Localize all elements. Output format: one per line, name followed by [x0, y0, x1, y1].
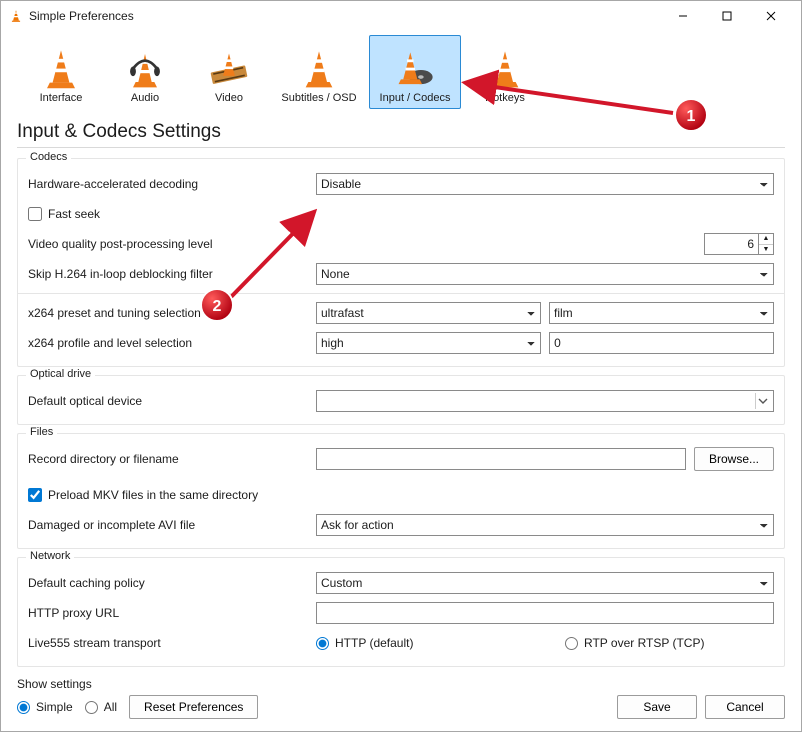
tab-label: Audio — [131, 92, 159, 104]
cancel-button[interactable]: Cancel — [705, 695, 785, 719]
live555-http-radio[interactable] — [316, 637, 329, 650]
tab-label: Hotkeys — [485, 92, 525, 104]
avi-label: Damaged or incomplete AVI file — [28, 518, 308, 532]
cone-icon — [299, 48, 339, 92]
default-optical-label: Default optical device — [28, 394, 308, 408]
pp-level-input[interactable] — [704, 233, 758, 255]
pp-level-stepper[interactable]: ▲▼ — [758, 233, 774, 255]
tab-subtitles[interactable]: Subtitles / OSD — [273, 35, 365, 109]
category-tabs: Interface Audio Video Subtitles / OSD In… — [1, 31, 801, 109]
hw-decode-select[interactable]: Disable — [316, 173, 774, 195]
record-dir-label: Record directory or filename — [28, 452, 308, 466]
step-up-icon[interactable]: ▲ — [759, 234, 773, 245]
mode-all-text: All — [104, 700, 117, 714]
vlc-cone-icon — [9, 9, 23, 23]
x264-preset-select[interactable]: ultrafast — [316, 302, 541, 324]
mode-simple-text: Simple — [36, 700, 73, 714]
title-separator — [17, 147, 785, 148]
minimize-button[interactable] — [661, 1, 705, 31]
tab-label: Video — [215, 92, 243, 104]
live555-http-radio-label[interactable]: HTTP (default) — [316, 636, 525, 650]
cone-icon — [41, 48, 81, 92]
tab-video[interactable]: Video — [189, 35, 269, 109]
default-optical-select[interactable] — [316, 390, 774, 412]
cone-headphones-icon — [125, 48, 165, 92]
mode-all-radio-label[interactable]: All — [85, 700, 117, 714]
mode-simple-radio-label[interactable]: Simple — [17, 700, 73, 714]
live555-rtsp-radio[interactable] — [565, 637, 578, 650]
x264-profile-select[interactable]: high — [316, 332, 541, 354]
caching-select[interactable]: Custom — [316, 572, 774, 594]
group-title: Codecs — [26, 151, 71, 163]
live555-rtsp-radio-label[interactable]: RTP over RTSP (TCP) — [565, 636, 774, 650]
mode-simple-radio[interactable] — [17, 701, 30, 714]
group-codecs: Codecs Hardware-accelerated decoding Dis… — [17, 158, 785, 367]
preload-mkv-checkbox[interactable] — [28, 488, 42, 502]
browse-button[interactable]: Browse... — [694, 447, 774, 471]
tab-interface[interactable]: Interface — [21, 35, 101, 109]
group-title: Files — [26, 426, 57, 438]
record-dir-input[interactable] — [316, 448, 686, 470]
group-network: Network Default caching policy Custom HT… — [17, 557, 785, 667]
tab-input-codecs[interactable]: Input / Codecs — [369, 35, 461, 109]
titlebar: Simple Preferences — [1, 1, 801, 31]
x264-level-input[interactable] — [549, 332, 774, 354]
live555-http-text: HTTP (default) — [335, 636, 413, 650]
live555-rtsp-text: RTP over RTSP (TCP) — [584, 636, 704, 650]
maximize-button[interactable] — [705, 1, 749, 31]
avi-select[interactable]: Ask for action — [316, 514, 774, 536]
page-title: Input & Codecs Settings — [17, 121, 785, 143]
reset-preferences-button[interactable]: Reset Preferences — [129, 695, 258, 719]
group-optical: Optical drive Default optical device — [17, 375, 785, 425]
fast-seek-checkbox-label[interactable]: Fast seek — [28, 207, 100, 221]
x264-preset-label: x264 preset and tuning selection — [28, 306, 308, 320]
fast-seek-checkbox[interactable] — [28, 207, 42, 221]
fast-seek-text: Fast seek — [48, 207, 100, 221]
show-settings-label: Show settings — [17, 677, 258, 691]
proxy-input[interactable] — [316, 602, 774, 624]
cone-disc-icon — [395, 48, 435, 92]
preload-mkv-text: Preload MKV files in the same directory — [48, 488, 258, 502]
tab-label: Input / Codecs — [380, 92, 451, 104]
chevron-down-icon — [758, 396, 768, 406]
tab-hotkeys[interactable]: Hotkeys — [465, 35, 545, 109]
live555-label: Live555 stream transport — [28, 636, 308, 650]
close-button[interactable] — [749, 1, 793, 31]
group-title: Network — [26, 550, 74, 562]
hw-decode-label: Hardware-accelerated decoding — [28, 177, 308, 191]
footer: Show settings Simple All Reset Preferenc… — [1, 667, 801, 731]
tab-label: Subtitles / OSD — [281, 92, 356, 104]
step-down-icon[interactable]: ▼ — [759, 245, 773, 255]
page-body: Input & Codecs Settings Codecs Hardware-… — [1, 109, 801, 667]
tab-label: Interface — [40, 92, 83, 104]
caching-label: Default caching policy — [28, 576, 308, 590]
save-button[interactable]: Save — [617, 695, 697, 719]
cone-film-icon — [209, 48, 249, 92]
group-files: Files Record directory or filename Brows… — [17, 433, 785, 549]
proxy-label: HTTP proxy URL — [28, 606, 308, 620]
skip-h264-select[interactable]: None — [316, 263, 774, 285]
skip-h264-label: Skip H.264 in-loop deblocking filter — [28, 267, 308, 281]
cone-icon — [485, 48, 525, 92]
tab-audio[interactable]: Audio — [105, 35, 185, 109]
pp-level-label: Video quality post-processing level — [28, 237, 308, 251]
mode-all-radio[interactable] — [85, 701, 98, 714]
preload-mkv-checkbox-label[interactable]: Preload MKV files in the same directory — [28, 488, 258, 502]
window-title: Simple Preferences — [29, 9, 134, 23]
x264-tuning-select[interactable]: film — [549, 302, 774, 324]
x264-profile-label: x264 profile and level selection — [28, 336, 308, 350]
group-title: Optical drive — [26, 368, 95, 380]
